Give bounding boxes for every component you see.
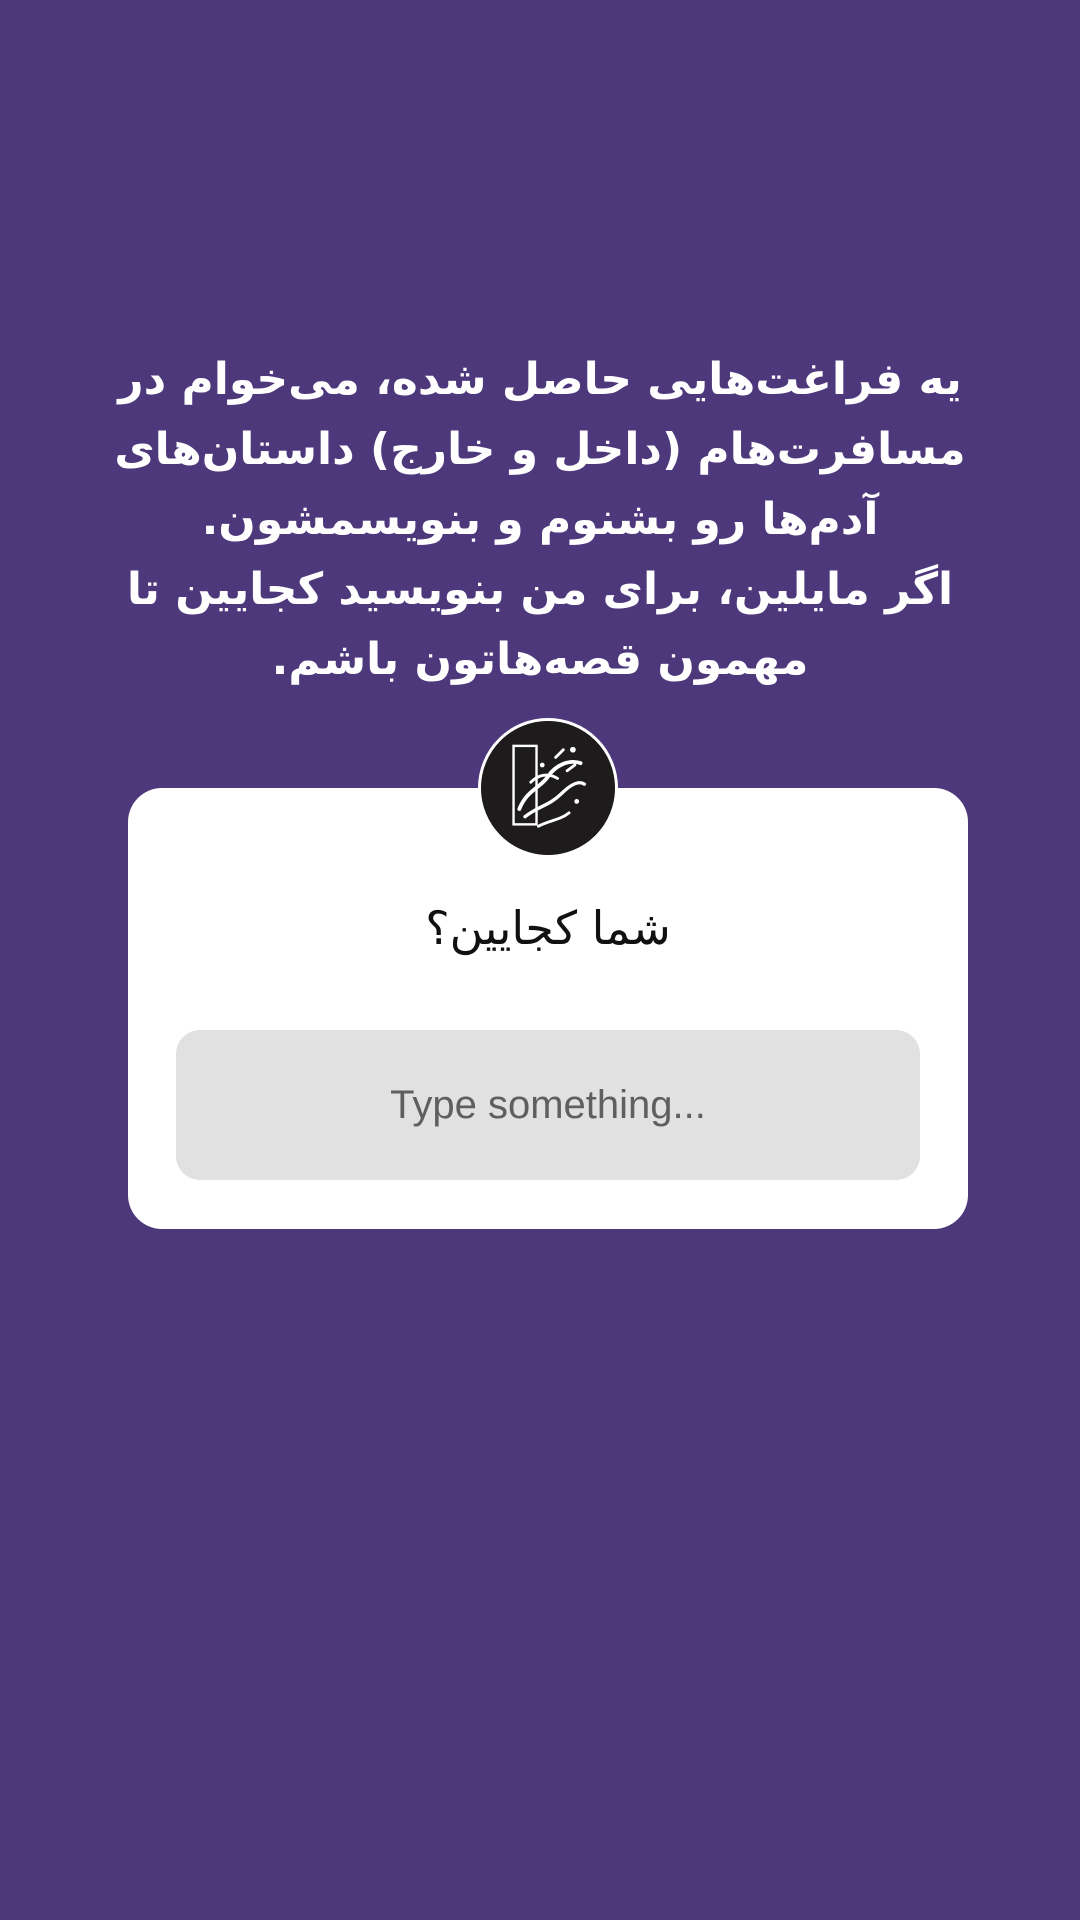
- calligraphy-logo-icon: [481, 721, 615, 855]
- caption-line: مهمون قصه‌هاتون باشم.: [271, 634, 809, 685]
- caption-line: اگر مایلین، برای من بنویسید کجایین تا: [126, 564, 954, 615]
- question-text: شما کجایین؟: [425, 901, 671, 955]
- profile-avatar[interactable]: [478, 718, 618, 858]
- caption-line: یه فراغت‌هایی حاصل شده، می‌خوام در: [118, 354, 962, 405]
- story-caption: یه فراغت‌هایی حاصل شده، می‌خوام در مسافر…: [100, 345, 980, 695]
- answer-input[interactable]: [176, 1030, 920, 1180]
- caption-line: آدم‌ها رو بشنوم و بنویسمشون.: [201, 494, 879, 545]
- caption-line: مسافرت‌هام (داخل و خارج) داستان‌های: [114, 424, 966, 475]
